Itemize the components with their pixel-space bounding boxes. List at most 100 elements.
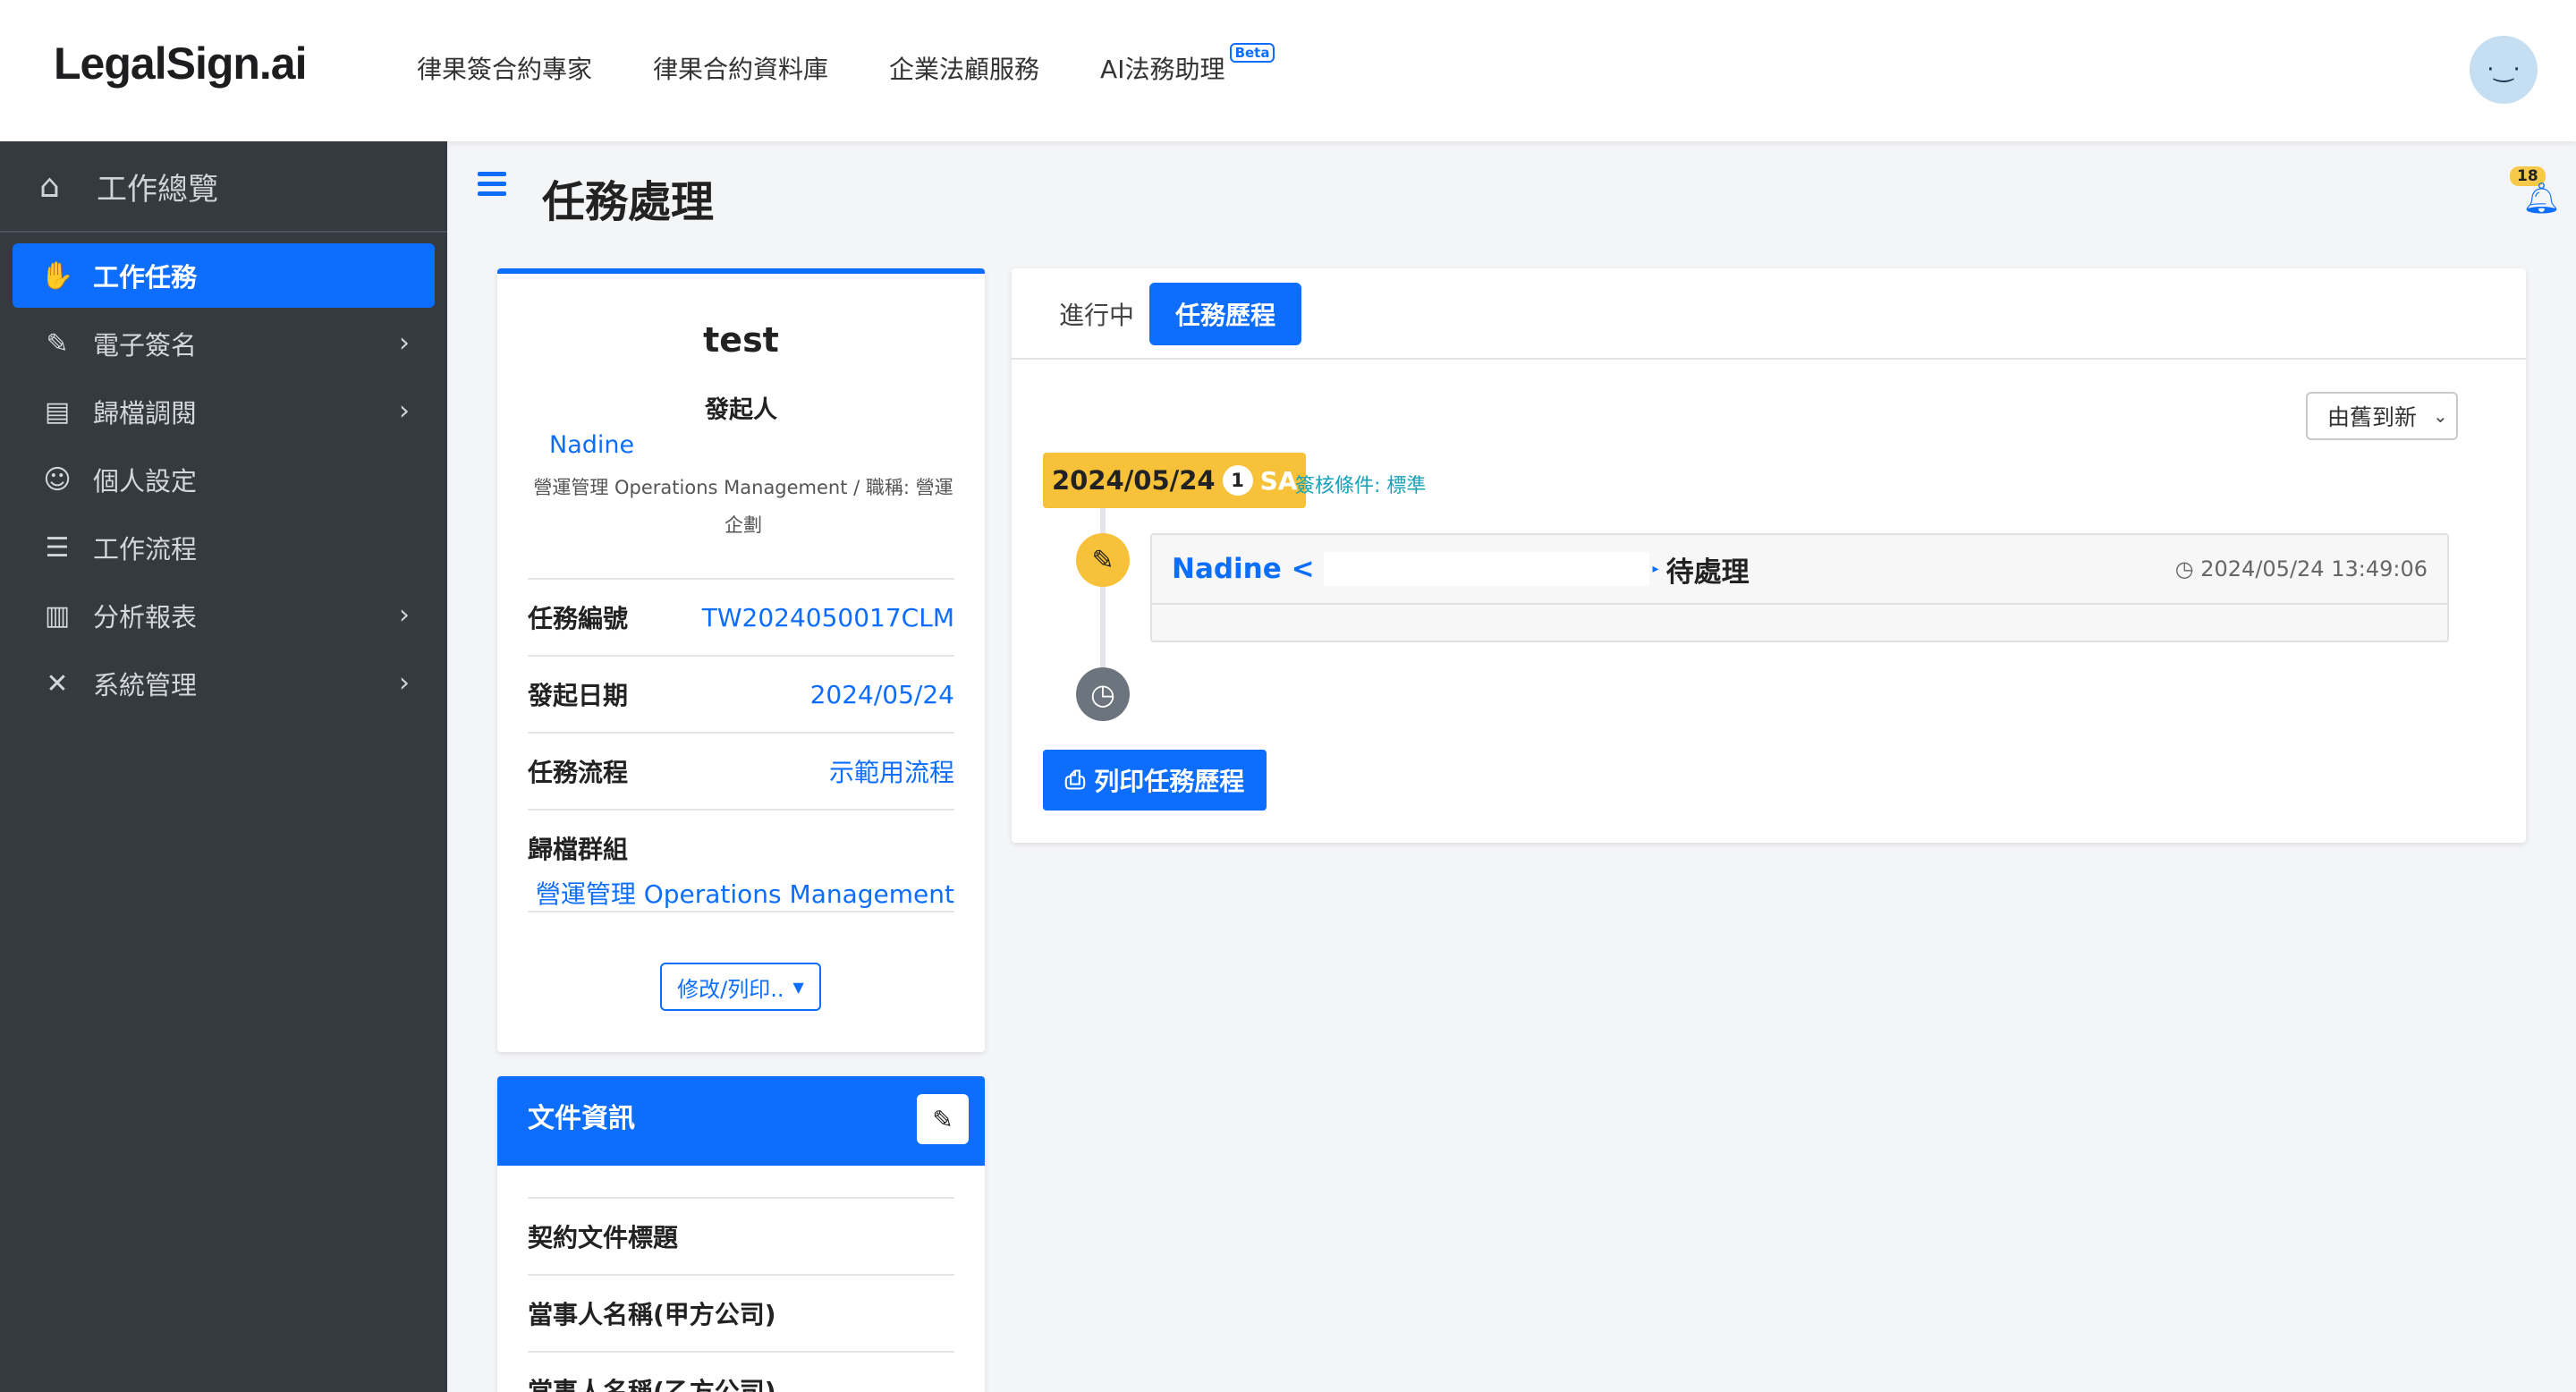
timeline-event-header: Nadine < ▸ 待處理 ◷ 2024/05/24 13:49:06 <box>1152 535 2447 605</box>
timeline-date-badge: 2024/05/24 1 SA <box>1043 453 1307 508</box>
print-history-button[interactable]: ⎙ 列印任務歷程 <box>1043 750 1267 811</box>
sidebar-item-label: 分析報表 <box>93 602 198 632</box>
chevron-right-icon: › <box>399 667 410 699</box>
start-date-value: 2024/05/24 <box>809 679 954 709</box>
info-row-task-id: 任務編號 TW2024050017CLM <box>528 578 954 655</box>
pencil-icon: ✎ <box>932 1104 953 1134</box>
page-title: 任務處理 <box>542 177 715 227</box>
doc-field-party-b: 當事人名稱(乙方公司) <box>528 1351 954 1392</box>
user-avatar[interactable]: ·‿· <box>2470 36 2538 104</box>
edit-document-button[interactable]: ✎ <box>917 1094 969 1144</box>
sidebar-item-label: 個人設定 <box>93 466 198 497</box>
clock-icon: ◷ <box>1076 667 1130 721</box>
home-icon: ⌂ <box>39 167 60 205</box>
sidebar-item-personal-settings[interactable]: ☺ 個人設定 <box>13 447 435 512</box>
nav-legal-service[interactable]: 企業法顧服務 <box>889 50 1039 86</box>
chevron-right-icon: › <box>399 395 410 427</box>
tools-icon: ✕ <box>46 667 69 700</box>
redacted-email <box>1323 552 1649 586</box>
info-key: 任務編號 <box>528 604 629 633</box>
timeline-count: 1 <box>1222 465 1253 496</box>
handshake-icon: ✋ <box>40 259 74 292</box>
nav-ai-assistant-label: AI法務助理 <box>1100 55 1225 84</box>
sidebar-menu: ✋ 工作任務 ✎ 電子簽名 › ▤ 歸檔調閱 › ☺ 個人設定 ☰ 工作流程 ▥… <box>0 233 447 716</box>
clock-small-icon: ◷ <box>2174 556 2201 581</box>
doc-field-label: 契約文件標題 <box>528 1223 679 1252</box>
menu-toggle-icon[interactable] <box>478 172 506 201</box>
top-navbar: LegalSign.ai 律果簽合約專家 律果合約資料庫 企業法顧服務 AI法務… <box>0 0 2576 141</box>
modify-print-label: 修改/列印.. <box>677 976 784 1002</box>
sidebar-header-label: 工作總覽 <box>97 171 218 208</box>
modify-print-dropdown-button[interactable]: 修改/列印.. ▼ <box>660 963 821 1011</box>
top-nav: 律果簽合約專家 律果合約資料庫 企業法顧服務 AI法務助理 Beta <box>417 43 1275 86</box>
print-history-label: 列印任務歷程 <box>1094 767 1245 796</box>
workflow-link[interactable]: 示範用流程 <box>829 753 954 789</box>
initiator-name[interactable]: Nadine <box>549 431 634 459</box>
bell-icon[interactable]: 🔔︎ <box>2522 181 2561 216</box>
event-time-value: 2024/05/24 13:49:06 <box>2200 556 2428 581</box>
history-tabs: 進行中 任務歷程 <box>1012 268 2526 360</box>
printer-icon: ⎙ <box>1064 765 1086 794</box>
sidebar-item-tasks[interactable]: ✋ 工作任務 <box>13 243 435 308</box>
sidebar-item-workflow[interactable]: ☰ 工作流程 <box>13 515 435 580</box>
tab-in-progress[interactable]: 進行中 <box>1047 283 1146 345</box>
sidebar-item-system[interactable]: ✕ 系統管理 › <box>13 651 435 716</box>
info-row-archive-group: 歸檔群組 營運管理 Operations Management <box>528 809 954 912</box>
chevron-right-icon: › <box>399 599 410 631</box>
chart-icon: ▥ <box>44 599 71 632</box>
event-user-name[interactable]: Nadine < <box>1172 553 1315 585</box>
timeline-event: Nadine < ▸ 待處理 ◷ 2024/05/24 13:49:06 <box>1150 533 2449 642</box>
timeline-tag: SA <box>1259 465 1298 496</box>
sidebar-item-archive[interactable]: ▤ 歸檔調閱 › <box>13 379 435 444</box>
archive-group-value[interactable]: 營運管理 Operations Management <box>528 875 954 911</box>
user-gear-icon: ☺ <box>43 463 72 496</box>
arrow-right-icon: ▸ <box>1652 562 1659 576</box>
document-info-title: 文件資訊 <box>528 1103 635 1134</box>
task-id-value[interactable]: TW2024050017CLM <box>702 603 954 632</box>
archive-icon: ▤ <box>44 395 71 428</box>
brand-logo[interactable]: LegalSign.ai <box>54 38 308 89</box>
doc-field-party-a: 當事人名稱(甲方公司) <box>528 1274 954 1351</box>
doc-field-contract-title: 契約文件標題 <box>528 1197 954 1274</box>
info-key: 發起日期 <box>528 681 629 710</box>
list-check-icon: ☰ <box>45 531 70 564</box>
task-name: test <box>703 320 779 360</box>
tab-task-history[interactable]: 任務歷程 <box>1149 283 1301 345</box>
sidebar-header[interactable]: ⌂ 工作總覽 <box>0 141 447 233</box>
task-history-card: 進行中 任務歷程 由舊到新 ⌄ 2024/05/24 1 SA 簽核條件: 標準… <box>1012 268 2526 843</box>
sort-order-select[interactable]: 由舊到新 ⌄ <box>2306 392 2458 440</box>
doc-field-label: 當事人名稱(甲方公司) <box>528 1300 776 1329</box>
nav-ai-assistant[interactable]: AI法務助理 Beta <box>1100 43 1275 86</box>
sidebar-item-label: 工作任務 <box>93 262 198 293</box>
approval-condition: 簽核條件: 標準 <box>1295 475 1427 497</box>
sidebar: ⌂ 工作總覽 ✋ 工作任務 ✎ 電子簽名 › ▤ 歸檔調閱 › ☺ 個人設定 ☰… <box>0 141 447 1392</box>
info-key: 任務流程 <box>528 758 629 787</box>
sidebar-item-label: 工作流程 <box>93 534 198 564</box>
sidebar-item-label: 系統管理 <box>93 670 198 700</box>
sort-order-value: 由舊到新 <box>2327 404 2418 430</box>
document-info-card: 文件資訊 ✎ 契約文件標題 當事人名稱(甲方公司) 當事人名稱(乙方公司) <box>497 1076 985 1392</box>
info-key: 歸檔群組 <box>528 835 629 864</box>
sidebar-item-label: 歸檔調閱 <box>93 398 198 429</box>
timeline-date: 2024/05/24 <box>1052 465 1216 496</box>
nav-contract-expert[interactable]: 律果簽合約專家 <box>417 50 592 86</box>
initiator-label: 發起人 <box>705 396 777 424</box>
event-time: ◷ 2024/05/24 13:49:06 <box>2175 556 2428 581</box>
sidebar-item-reports[interactable]: ▥ 分析報表 › <box>13 583 435 648</box>
chevron-down-icon: ⌄ <box>2433 405 2448 427</box>
signature-icon: ✎ <box>46 327 69 360</box>
beta-badge: Beta <box>1229 43 1275 63</box>
initiator-department: 營運管理 Operations Management / 職稱: 營運企劃 <box>533 477 953 536</box>
edit-icon: ✎ <box>1076 533 1130 587</box>
avatar-face: ·‿· <box>2487 56 2521 83</box>
doc-field-label: 當事人名稱(乙方公司) <box>528 1377 776 1392</box>
chevron-right-icon: › <box>399 327 410 359</box>
sidebar-item-esign[interactable]: ✎ 電子簽名 › <box>13 311 435 376</box>
info-row-workflow: 任務流程 示範用流程 <box>528 732 954 809</box>
event-status: 待處理 <box>1665 556 1750 589</box>
document-info-header: 文件資訊 ✎ <box>497 1076 985 1166</box>
caret-down-icon: ▼ <box>792 978 804 996</box>
info-row-start-date: 發起日期 2024/05/24 <box>528 655 954 732</box>
nav-contract-database[interactable]: 律果合約資料庫 <box>653 50 828 86</box>
task-summary-card: test 發起人 Nadine 營運管理 Operations Manageme… <box>497 268 985 1052</box>
